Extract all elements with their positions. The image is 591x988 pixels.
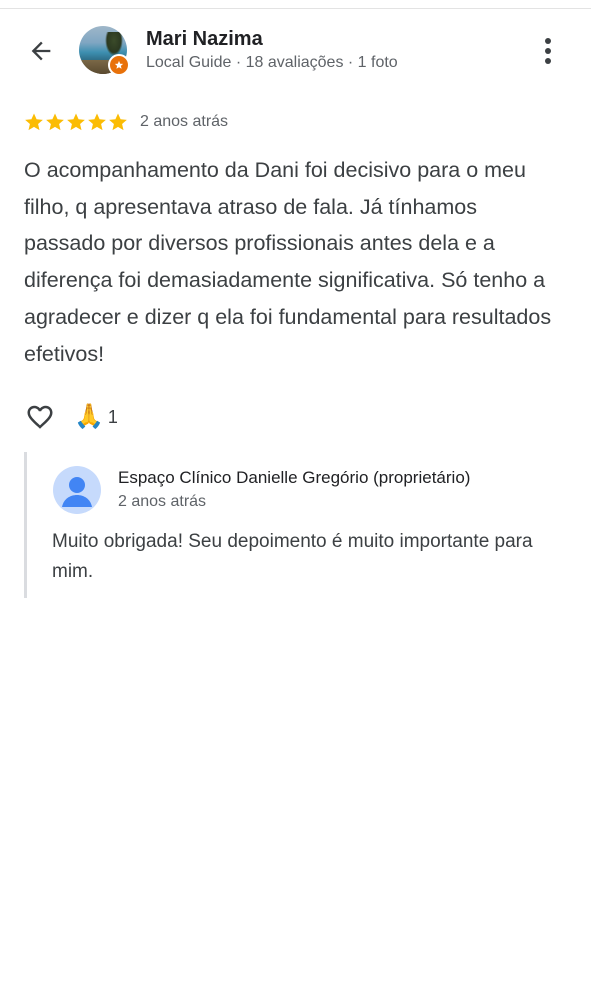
reaction-count: 1 [107, 406, 118, 427]
star-icon [67, 113, 85, 131]
reviewer-meta: Local Guide · 18 avaliações · 1 foto [146, 54, 398, 71]
review-time: 2 anos atrás [140, 113, 229, 130]
reviewer-name[interactable]: Mari Nazima [146, 28, 263, 51]
rating-row: 2 anos atrás [24, 111, 228, 133]
owner-reply-time: 2 anos atrás [118, 493, 207, 510]
star-icon [88, 113, 106, 131]
local-guide-badge-icon [108, 54, 130, 76]
heart-outline-icon [27, 405, 53, 429]
like-button[interactable] [22, 400, 58, 434]
more-vert-icon [545, 38, 551, 64]
pray-emoji-reaction[interactable]: 🙏 [74, 405, 104, 429]
star-icon [25, 113, 43, 131]
star-rating [24, 112, 128, 132]
owner-name: Espaço Clínico Danielle Gregório (propri… [118, 468, 471, 487]
review-text: O acompanhamento da Dani foi decisivo pa… [24, 158, 552, 366]
arrow-back-icon [31, 41, 51, 61]
back-button[interactable] [24, 34, 58, 68]
star-icon [46, 113, 64, 131]
person-icon [62, 477, 92, 507]
top-divider [0, 8, 591, 9]
reviewer-avatar[interactable] [79, 26, 130, 76]
star-icon [109, 113, 127, 131]
owner-reply: Espaço Clínico Danielle Gregório (propri… [24, 452, 567, 598]
owner-avatar [53, 466, 101, 514]
owner-reply-text: Muito obrigada! Seu depoimento é muito i… [52, 531, 533, 582]
reactions-row: 🙏 1 [22, 400, 118, 434]
more-options-button[interactable] [534, 34, 562, 68]
